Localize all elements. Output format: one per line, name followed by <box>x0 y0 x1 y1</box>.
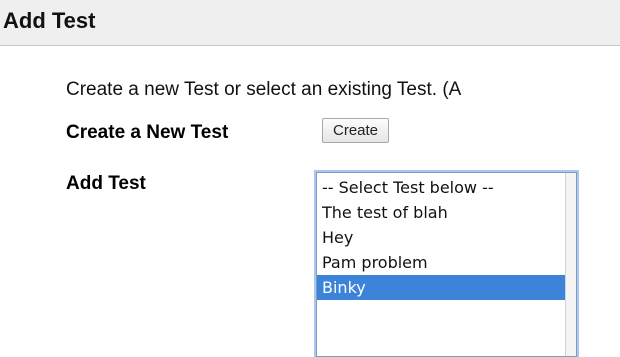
test-select-listbox[interactable]: -- Select Test below -- The test of blah… <box>316 172 577 357</box>
test-options-list: -- Select Test below -- The test of blah… <box>317 175 565 300</box>
section-header: Add Test <box>0 0 620 46</box>
create-test-label: Create a New Test <box>66 122 229 143</box>
option-binky-selected[interactable]: Binky <box>317 275 565 300</box>
intro-text: Create a new Test or select an existing … <box>66 79 462 100</box>
listbox-scrollbar[interactable] <box>565 173 576 356</box>
option-pam-problem[interactable]: Pam problem <box>317 250 565 275</box>
page-title: Add Test <box>3 8 96 33</box>
option-placeholder[interactable]: -- Select Test below -- <box>317 175 565 200</box>
create-button[interactable]: Create <box>322 118 390 143</box>
add-test-label: Add Test <box>66 173 146 194</box>
option-test-of-blah[interactable]: The test of blah <box>317 200 565 225</box>
option-hey[interactable]: Hey <box>317 225 565 250</box>
